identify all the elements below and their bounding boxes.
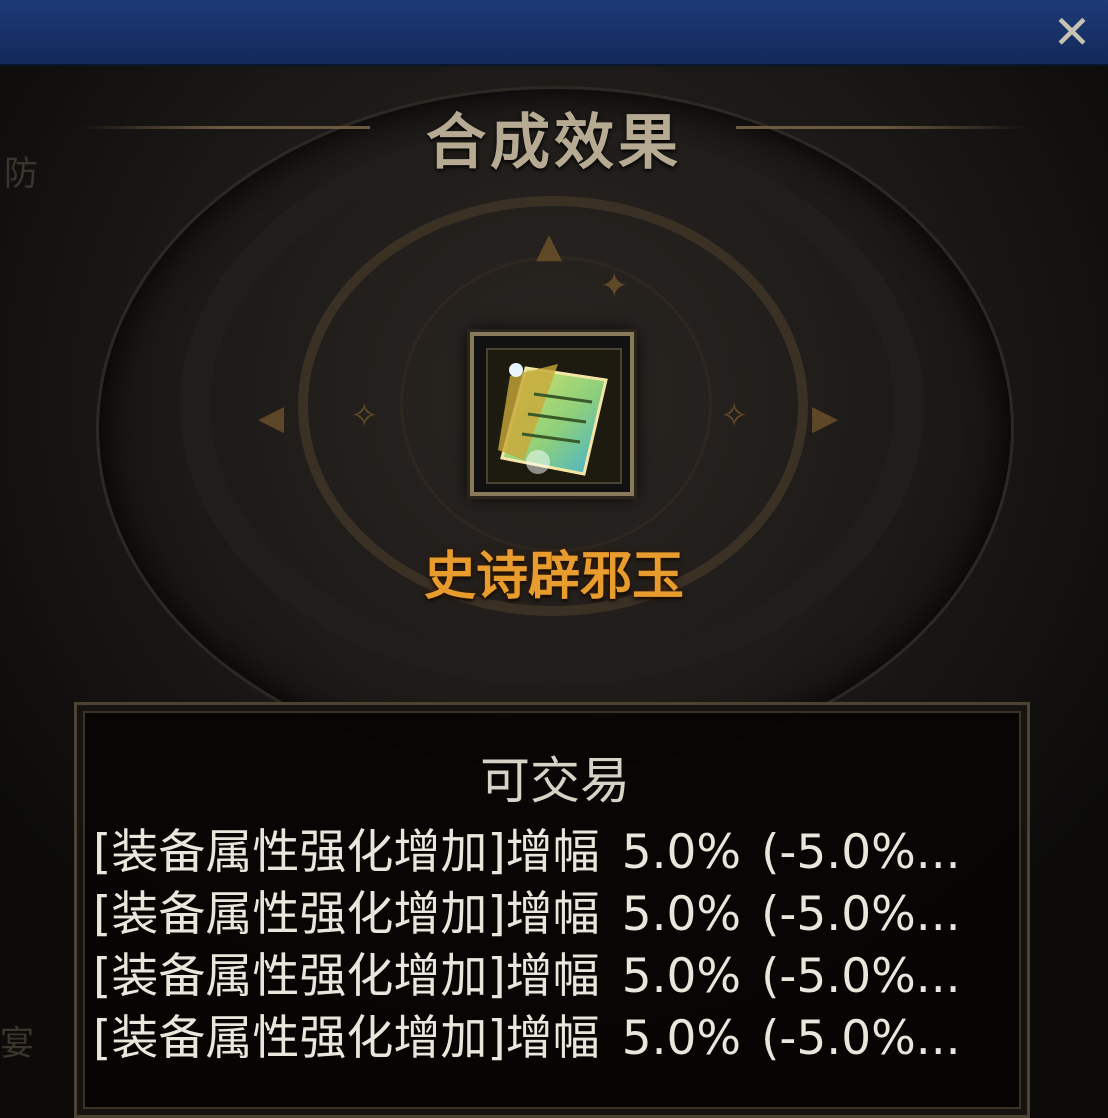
synthesis-panel: 防 宴 ◀ ▶ ▲ ✦ ✧ ✧ 合成效果 史诗辟邪玉 可交易 [装备属性强化增加…: [0, 66, 1108, 1118]
rune-glyph: ◀: [258, 398, 285, 438]
item-name: 史诗辟邪玉: [423, 547, 684, 607]
stat-value: 5.0%: [621, 1011, 742, 1066]
stat-row: [装备属性强化增加]增幅 5.0% (-5.0%...: [93, 823, 1003, 883]
panel-title: 合成效果: [426, 108, 682, 178]
stat-label: [装备属性强化增加]增幅: [93, 1011, 600, 1066]
stat-value: 5.0%: [621, 887, 742, 942]
rune-glyph: ✧: [350, 396, 379, 436]
rune-glyph: ✦: [600, 266, 629, 306]
window-titlebar: ✕: [0, 0, 1108, 66]
stat-row: [装备属性强化增加]增幅 5.0% (-5.0%...: [93, 947, 1003, 1007]
jade-card-icon: [486, 348, 622, 484]
stat-row: [装备属性强化增加]增幅 5.0% (-5.0%...: [93, 1009, 1003, 1069]
close-icon[interactable]: ✕: [1050, 9, 1094, 55]
side-char-bottom: 宴: [0, 1024, 34, 1064]
stat-row: [装备属性强化增加]增幅 5.0% (-5.0%...: [93, 885, 1003, 945]
stat-label: [装备属性强化增加]增幅: [93, 825, 600, 880]
result-item-slot[interactable]: [470, 332, 634, 496]
rune-glyph: ▲: [536, 226, 563, 266]
stat-delta: (-5.0%...: [761, 949, 961, 1004]
stat-delta: (-5.0%...: [761, 1011, 961, 1066]
item-info-box: 可交易 [装备属性强化增加]增幅 5.0% (-5.0%... [装备属性强化增加]…: [74, 702, 1030, 1118]
stat-value: 5.0%: [621, 825, 742, 880]
stat-value: 5.0%: [621, 949, 742, 1004]
stat-delta: (-5.0%...: [761, 887, 961, 942]
rune-glyph: ✧: [720, 396, 749, 436]
tradable-label: 可交易: [480, 752, 630, 810]
stat-delta: (-5.0%...: [761, 825, 961, 880]
rune-glyph: ▶: [812, 398, 839, 438]
stat-label: [装备属性强化增加]增幅: [93, 887, 600, 942]
stat-label: [装备属性强化增加]增幅: [93, 949, 600, 1004]
